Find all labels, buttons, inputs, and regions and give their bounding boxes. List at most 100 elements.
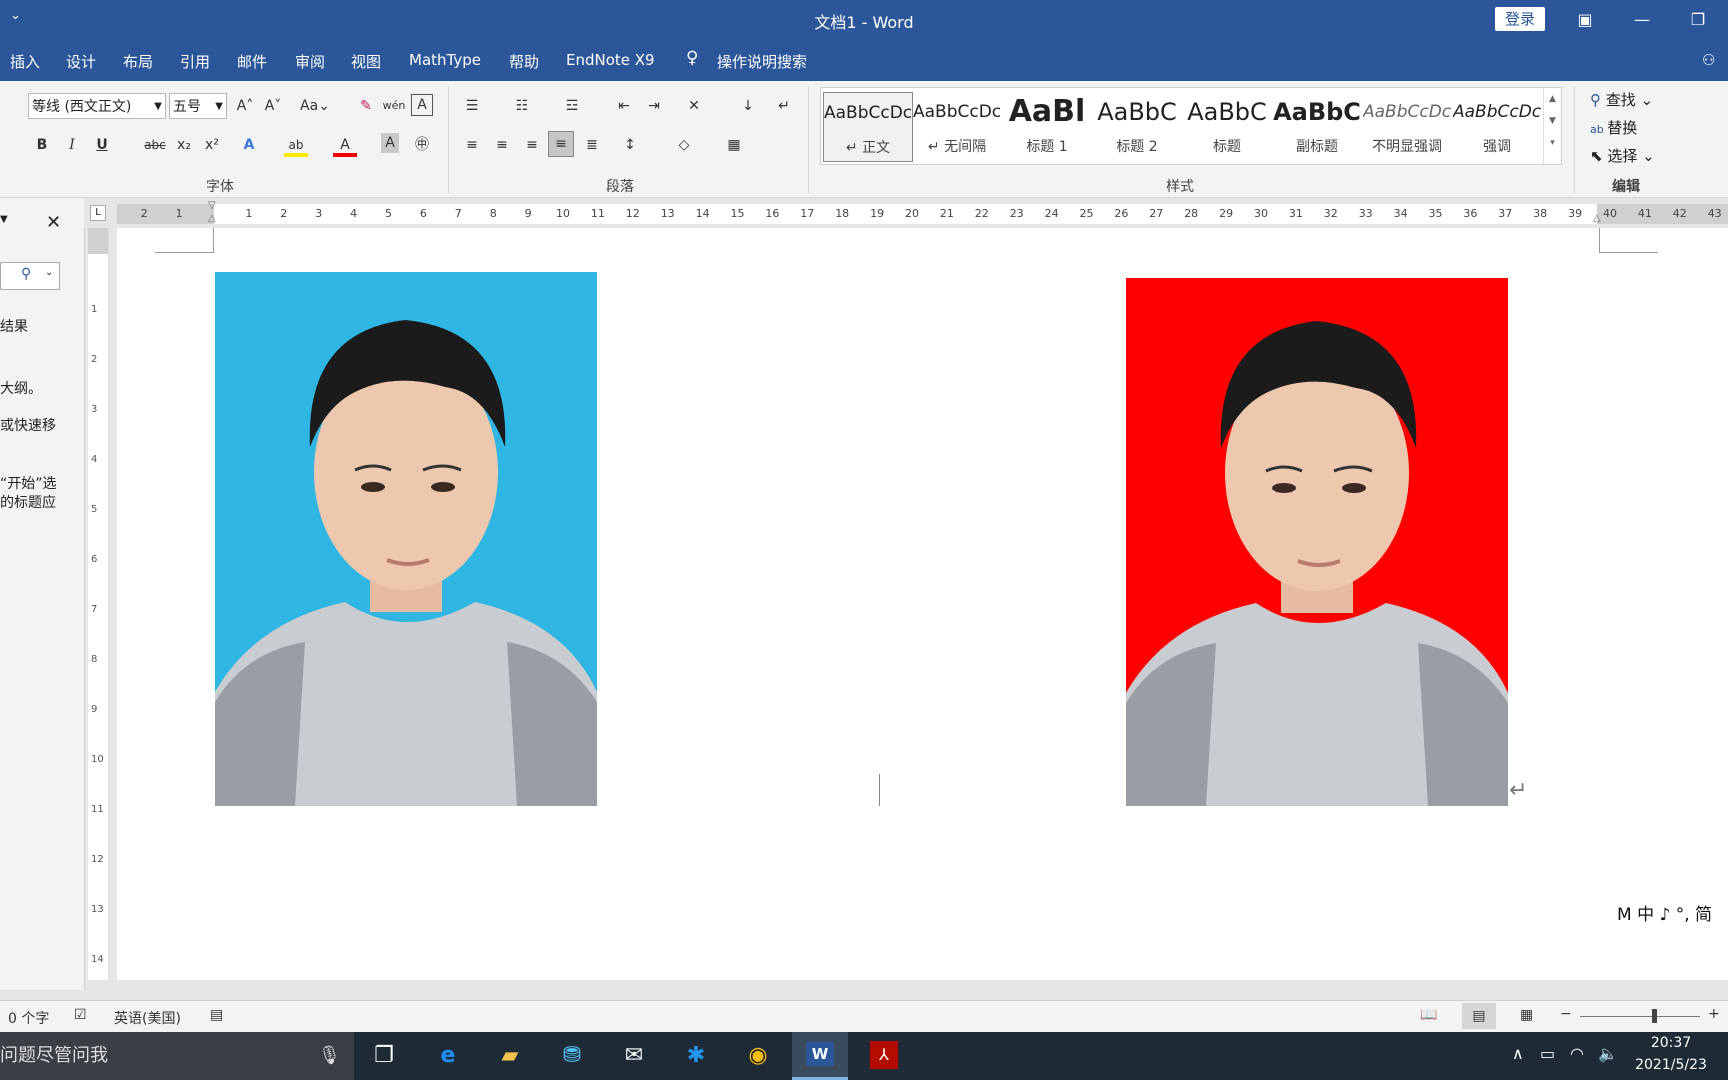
- ime-toolbar[interactable]: M 中 ♪ °, 简: [1617, 900, 1712, 925]
- tab-insert[interactable]: 插入: [10, 51, 40, 72]
- chevron-up-icon[interactable]: ▲: [1544, 94, 1561, 104]
- style-normal[interactable]: AaBbCcDc ↵ 正文: [823, 92, 913, 162]
- minimize-button[interactable]: —: [1612, 0, 1672, 39]
- highlight-icon[interactable]: ab: [284, 133, 308, 157]
- align-left-icon[interactable]: ≡: [460, 133, 484, 157]
- macro-icon[interactable]: ▤: [210, 1007, 223, 1023]
- numbering-icon[interactable]: ☷: [510, 94, 534, 118]
- share-icon[interactable]: ⚇: [1702, 51, 1715, 69]
- enclose-characters-icon[interactable]: ㊥: [410, 133, 434, 157]
- style-no-spacing[interactable]: AaBbCcDc ↵ 无间隔: [913, 92, 1001, 160]
- borders-icon[interactable]: ▦: [722, 133, 746, 157]
- portrait-photo-red[interactable]: [1126, 278, 1508, 806]
- file-explorer-icon[interactable]: ▰: [492, 1040, 528, 1072]
- tab-references[interactable]: 引用: [180, 51, 210, 72]
- clock-time[interactable]: 20:37: [1636, 1035, 1706, 1051]
- read-mode-icon[interactable]: 📖: [1420, 1007, 1437, 1023]
- login-button[interactable]: 登录: [1495, 7, 1545, 31]
- find-button[interactable]: ⚲ 查找 ⌄: [1590, 89, 1653, 110]
- volume-icon[interactable]: 🔈: [1598, 1044, 1618, 1063]
- tell-me-search[interactable]: 操作说明搜索: [717, 51, 807, 72]
- phonetic-guide-icon[interactable]: wén: [382, 94, 406, 118]
- mail-icon[interactable]: ✉: [616, 1040, 652, 1072]
- font-color-icon[interactable]: A: [333, 133, 357, 157]
- align-center-icon[interactable]: ≡: [490, 133, 514, 157]
- proofing-icon[interactable]: ☑: [74, 1007, 87, 1023]
- decrease-indent-icon[interactable]: ⇤: [612, 94, 636, 118]
- taskbar-search[interactable]: 问题尽管问我 🎙: [0, 1032, 354, 1080]
- align-right-icon[interactable]: ≡: [520, 133, 544, 157]
- web-layout-icon[interactable]: ▦: [1520, 1007, 1533, 1023]
- line-spacing-icon[interactable]: ↕: [618, 133, 642, 157]
- font-size-combo[interactable]: 五号 ▼: [169, 93, 227, 119]
- battery-icon[interactable]: ▭: [1540, 1044, 1555, 1063]
- tab-help[interactable]: 帮助: [509, 51, 539, 72]
- more-styles-icon[interactable]: ▾: [1544, 138, 1561, 148]
- app-star-icon[interactable]: ✱: [678, 1040, 714, 1072]
- restore-button[interactable]: ❐: [1668, 0, 1728, 39]
- ribbon-display-icon[interactable]: ▣: [1555, 0, 1615, 39]
- style-title[interactable]: AaBbC 标题: [1183, 92, 1271, 160]
- change-case-icon[interactable]: Aa⌄: [298, 94, 332, 118]
- print-layout-icon[interactable]: ▤: [1462, 1003, 1496, 1029]
- chevron-down-icon[interactable]: ▼: [1544, 116, 1561, 126]
- show-marks-icon[interactable]: ↵: [772, 94, 796, 118]
- character-border-icon[interactable]: A: [411, 94, 433, 116]
- document-page[interactable]: ↵ M 中 ♪ °, 简: [117, 228, 1728, 980]
- zoom-in-icon[interactable]: +: [1708, 1006, 1720, 1022]
- right-indent-marker[interactable]: △: [1593, 213, 1601, 224]
- font-name-combo[interactable]: 等线 (西文正文) ▼: [28, 93, 166, 119]
- style-emphasis[interactable]: AaBbCcDc 强调: [1453, 92, 1541, 160]
- task-view-icon[interactable]: ❐: [366, 1040, 402, 1072]
- chinese-layout-icon[interactable]: ✕: [682, 94, 706, 118]
- increase-indent-icon[interactable]: ⇥: [642, 94, 666, 118]
- clear-format-icon[interactable]: ✎: [354, 94, 378, 118]
- language-indicator[interactable]: 英语(美国): [114, 1008, 181, 1028]
- store-icon[interactable]: ⛃: [554, 1040, 590, 1072]
- select-button[interactable]: ⬉ 选择 ⌄: [1590, 145, 1655, 166]
- character-shading-icon[interactable]: A: [381, 133, 399, 153]
- justify-icon[interactable]: ≡: [548, 131, 574, 157]
- subscript-icon[interactable]: x₂: [172, 133, 196, 157]
- show-hidden-icons[interactable]: ∧: [1512, 1044, 1524, 1063]
- tab-mailings[interactable]: 邮件: [237, 51, 267, 72]
- text-effects-icon[interactable]: A: [237, 133, 261, 157]
- clock-date[interactable]: 2021/5/23: [1630, 1057, 1712, 1073]
- zoom-thumb[interactable]: [1652, 1009, 1657, 1023]
- tab-selector[interactable]: L: [90, 205, 106, 221]
- underline-icon[interactable]: U: [90, 133, 114, 157]
- distributed-icon[interactable]: ≣: [580, 133, 604, 157]
- search-icon[interactable]: ⚲: [21, 266, 31, 282]
- strikethrough-icon[interactable]: abc: [140, 133, 170, 157]
- multilevel-list-icon[interactable]: ☲: [560, 94, 584, 118]
- grow-font-icon[interactable]: A˄: [233, 94, 257, 118]
- tab-design[interactable]: 设计: [66, 51, 96, 72]
- indent-marker[interactable]: ▽: [208, 200, 216, 211]
- bullets-icon[interactable]: ☰: [460, 94, 484, 118]
- microphone-icon[interactable]: 🎙: [318, 1032, 341, 1080]
- shading-icon[interactable]: ◇: [672, 133, 696, 157]
- horizontal-ruler[interactable]: 2 1 1 2 3 4 5 6 7 8 9 10 11 12 13 14 15 16 17 18 19 20 21 22 23 2…: [117, 200, 1728, 224]
- close-icon[interactable]: ✕: [46, 212, 61, 233]
- replace-button[interactable]: ab 替换: [1590, 117, 1637, 138]
- tab-endnote[interactable]: EndNote X9: [566, 51, 655, 69]
- chrome-icon[interactable]: ◉: [740, 1040, 776, 1072]
- gallery-scroll[interactable]: ▲ ▼ ▾: [1543, 88, 1561, 164]
- tab-view[interactable]: 视图: [351, 51, 381, 72]
- tab-review[interactable]: 审阅: [295, 51, 325, 72]
- style-subtle-emphasis[interactable]: AaBbCcDc 不明显强调: [1363, 92, 1451, 160]
- tab-layout[interactable]: 布局: [123, 51, 153, 72]
- edge-icon[interactable]: e: [430, 1040, 466, 1072]
- indent-marker[interactable]: △: [208, 213, 216, 224]
- chevron-down-icon[interactable]: ▼: [0, 214, 8, 225]
- italic-icon[interactable]: I: [60, 133, 84, 157]
- wifi-icon[interactable]: ◠: [1570, 1044, 1584, 1063]
- bold-icon[interactable]: B: [30, 133, 54, 157]
- superscript-icon[interactable]: x²: [200, 133, 224, 157]
- tab-mathtype[interactable]: MathType: [409, 51, 481, 69]
- style-subtitle[interactable]: AaBbC 副标题: [1273, 92, 1361, 160]
- shrink-font-icon[interactable]: A˅: [261, 94, 285, 118]
- style-heading-1[interactable]: AaBl 标题 1: [1003, 92, 1091, 160]
- style-heading-2[interactable]: AaBbC 标题 2: [1093, 92, 1181, 160]
- nav-search-input[interactable]: ⚲ ⌄: [0, 262, 60, 290]
